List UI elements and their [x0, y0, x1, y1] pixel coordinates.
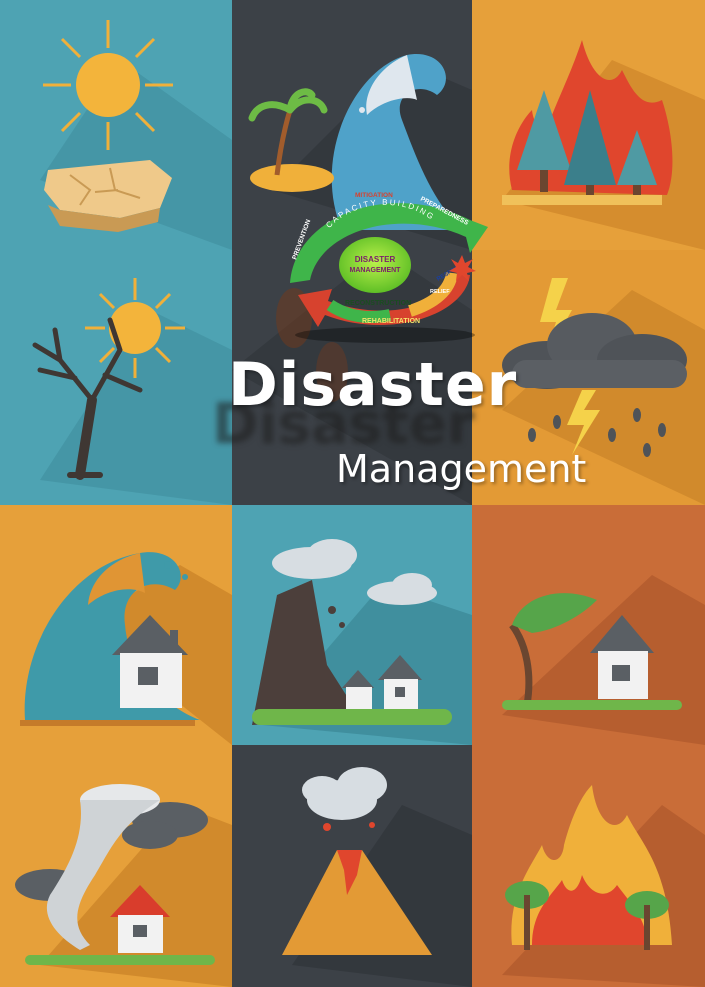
- dead-tree-tile: [0, 250, 232, 505]
- cycle-phase-rehabilitation: REHABILITATION: [362, 318, 420, 325]
- volcano-tile: [232, 745, 472, 987]
- cycle-center-line2: MANAGEMENT: [350, 267, 402, 274]
- cycle-center-line1: DISASTER: [355, 255, 396, 264]
- landslide-tile: [232, 505, 472, 745]
- poster-subtitle: Management: [336, 447, 587, 491]
- cycle-phase-mitigation: MITIGATION: [355, 192, 393, 199]
- hurricane-tile: [472, 505, 705, 745]
- poster-title: Disaster: [228, 350, 518, 420]
- smoke-icon: [302, 767, 387, 820]
- drought-tile: [0, 0, 232, 250]
- tornado-tile: [0, 745, 232, 987]
- cracked-earth-icon: [44, 160, 172, 232]
- poster: DISASTER MANAGEMENT CAPACITY BUILDING PR…: [0, 0, 705, 987]
- cycle-phase-relief: RELIEF: [430, 289, 450, 295]
- wildfire-tile: [472, 745, 705, 987]
- forest-fire-tile: [472, 0, 705, 250]
- disaster-cycle-diagram: DISASTER MANAGEMENT CAPACITY BUILDING PR…: [290, 192, 488, 343]
- cycle-phase-reconstruction: RECONSTRUCTION: [345, 300, 411, 307]
- flood-wave-tile: [0, 505, 232, 745]
- sun-icon: [43, 20, 173, 150]
